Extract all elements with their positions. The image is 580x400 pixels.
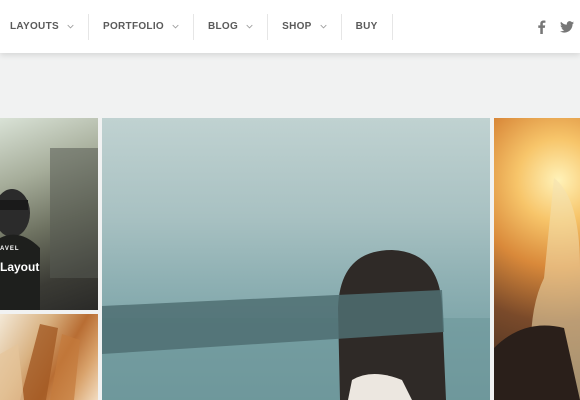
chevron-down-icon [67, 24, 74, 29]
tile-category: AVEL [0, 246, 20, 252]
menu-item-label: LAYOUTS [10, 21, 59, 32]
portfolio-tile-travel[interactable]: AVEL Layout [0, 118, 98, 310]
tile-image [102, 250, 490, 400]
chevron-down-icon [246, 24, 253, 29]
menu-item-shop[interactable]: SHOP [268, 13, 342, 40]
chevron-down-icon [172, 24, 179, 29]
tile-image [0, 148, 98, 310]
facebook-icon [537, 19, 545, 34]
portfolio-tile-sunset[interactable] [494, 118, 580, 400]
main-menu: LAYOUTS PORTFOLIO BLOG SHOP BUY [0, 0, 393, 53]
tile-image [0, 324, 80, 400]
menu-item-label: SHOP [282, 21, 312, 32]
menu-item-label: BUY [355, 21, 378, 32]
twitter-icon [560, 20, 574, 33]
portfolio-tile-blindfold[interactable] [102, 118, 490, 400]
tile-title: Layout [0, 260, 40, 274]
portfolio-tile-architecture[interactable] [0, 314, 98, 400]
menu-item-buy[interactable]: BUY [342, 13, 393, 40]
menu-item-blog[interactable]: BLOG [194, 13, 269, 40]
twitter-link[interactable] [554, 14, 580, 40]
facebook-link[interactable] [528, 14, 554, 40]
menu-item-label: BLOG [208, 21, 239, 32]
top-navbar: LAYOUTS PORTFOLIO BLOG SHOP BUY [0, 0, 580, 53]
menu-item-layouts[interactable]: LAYOUTS [0, 13, 89, 40]
menu-item-portfolio[interactable]: PORTFOLIO [89, 13, 194, 40]
tile-image [494, 178, 580, 400]
chevron-down-icon [320, 24, 327, 29]
social-links [528, 0, 580, 53]
menu-item-label: PORTFOLIO [102, 21, 164, 32]
